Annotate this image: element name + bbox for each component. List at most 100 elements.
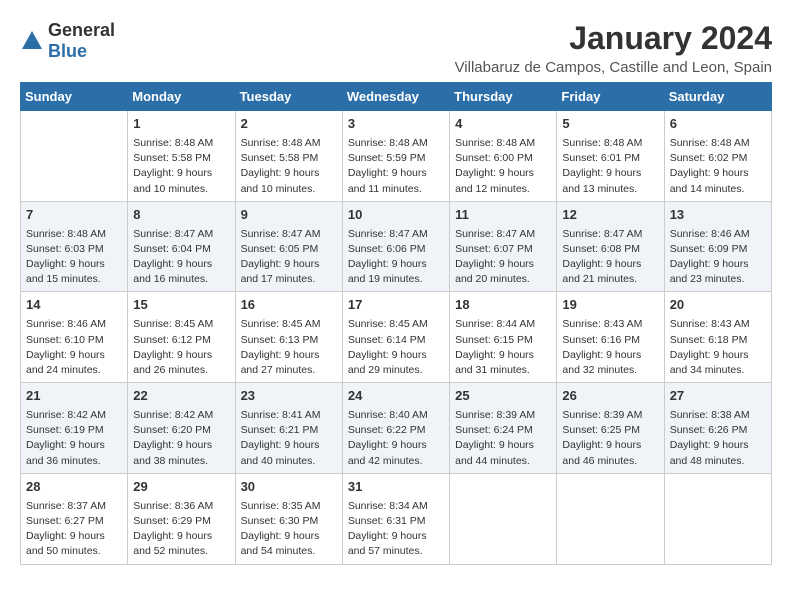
calendar-cell: 4 Sunrise: 8:48 AM Sunset: 6:00 PM Daylig… xyxy=(450,111,557,202)
cell-content: Sunrise: 8:46 AM Sunset: 6:10 PM Dayligh… xyxy=(26,317,122,378)
calendar-cell: 1Sunrise: 8:48 AM Sunset: 5:58 PM Daylig… xyxy=(128,111,235,202)
calendar-cell: 3 Sunrise: 8:48 AM Sunset: 5:59 PM Daylig… xyxy=(342,111,449,202)
day-number: 4 xyxy=(455,115,551,134)
calendar-cell: 21 Sunrise: 8:42 AM Sunset: 6:19 PM Dayli… xyxy=(21,383,128,474)
day-number: 2 xyxy=(241,115,337,134)
day-number: 14 xyxy=(26,296,122,315)
day-number: 15 xyxy=(133,296,229,315)
calendar-cell: 28Sunrise: 8:37 AM Sunset: 6:27 PM Dayli… xyxy=(21,473,128,564)
calendar-cell: 26 Sunrise: 8:39 AM Sunset: 6:25 PM Dayli… xyxy=(557,383,664,474)
day-number: 8 xyxy=(133,206,229,225)
day-number: 30 xyxy=(241,478,337,497)
cell-content: Sunrise: 8:43 AM Sunset: 6:16 PM Dayligh… xyxy=(562,317,658,378)
cell-content: Sunrise: 8:46 AM Sunset: 6:09 PM Dayligh… xyxy=(670,227,766,288)
day-number: 12 xyxy=(562,206,658,225)
day-number: 27 xyxy=(670,387,766,406)
cell-content: Sunrise: 8:45 AM Sunset: 6:12 PM Dayligh… xyxy=(133,317,229,378)
calendar-cell: 18 Sunrise: 8:44 AM Sunset: 6:15 PM Dayli… xyxy=(450,292,557,383)
day-number: 9 xyxy=(241,206,337,225)
logo-general: General xyxy=(48,20,115,40)
title-area: January 2024 Villabaruz de Campos, Casti… xyxy=(455,20,772,76)
header-area: General Blue January 2024 Villabaruz de … xyxy=(20,20,772,76)
calendar-cell: 11Sunrise: 8:47 AM Sunset: 6:07 PM Dayli… xyxy=(450,201,557,292)
calendar-cell: 5 Sunrise: 8:48 AM Sunset: 6:01 PM Daylig… xyxy=(557,111,664,202)
day-number: 31 xyxy=(348,478,444,497)
cell-content: Sunrise: 8:48 AM Sunset: 6:02 PM Dayligh… xyxy=(670,136,766,197)
cell-content: Sunrise: 8:41 AM Sunset: 6:21 PM Dayligh… xyxy=(241,408,337,469)
day-number: 13 xyxy=(670,206,766,225)
cell-content: Sunrise: 8:35 AM Sunset: 6:30 PM Dayligh… xyxy=(241,499,337,560)
calendar-cell: 6Sunrise: 8:48 AM Sunset: 6:02 PM Daylig… xyxy=(664,111,771,202)
calendar-cell: 25 Sunrise: 8:39 AM Sunset: 6:24 PM Dayli… xyxy=(450,383,557,474)
day-number: 25 xyxy=(455,387,551,406)
cell-content: Sunrise: 8:48 AM Sunset: 5:58 PM Dayligh… xyxy=(241,136,337,197)
cell-content: Sunrise: 8:47 AM Sunset: 6:04 PM Dayligh… xyxy=(133,227,229,288)
cell-content: Sunrise: 8:44 AM Sunset: 6:15 PM Dayligh… xyxy=(455,317,551,378)
calendar-cell: 29 Sunrise: 8:36 AM Sunset: 6:29 PM Dayli… xyxy=(128,473,235,564)
cell-content: Sunrise: 8:38 AM Sunset: 6:26 PM Dayligh… xyxy=(670,408,766,469)
calendar-body: 1Sunrise: 8:48 AM Sunset: 5:58 PM Daylig… xyxy=(21,111,772,565)
day-header-wednesday: Wednesday xyxy=(342,83,449,111)
cell-content: Sunrise: 8:45 AM Sunset: 6:13 PM Dayligh… xyxy=(241,317,337,378)
calendar-cell: 17Sunrise: 8:45 AM Sunset: 6:14 PM Dayli… xyxy=(342,292,449,383)
day-number: 26 xyxy=(562,387,658,406)
calendar-cell: 14 Sunrise: 8:46 AM Sunset: 6:10 PM Dayli… xyxy=(21,292,128,383)
cell-content: Sunrise: 8:48 AM Sunset: 6:03 PM Dayligh… xyxy=(26,227,122,288)
calendar-cell: 24 Sunrise: 8:40 AM Sunset: 6:22 PM Dayli… xyxy=(342,383,449,474)
calendar-cell: 7 Sunrise: 8:48 AM Sunset: 6:03 PM Daylig… xyxy=(21,201,128,292)
day-number: 24 xyxy=(348,387,444,406)
cell-content: Sunrise: 8:42 AM Sunset: 6:19 PM Dayligh… xyxy=(26,408,122,469)
day-header-thursday: Thursday xyxy=(450,83,557,111)
day-number: 5 xyxy=(562,115,658,134)
calendar-cell: 22 Sunrise: 8:42 AM Sunset: 6:20 PM Dayli… xyxy=(128,383,235,474)
calendar-week-row: 7 Sunrise: 8:48 AM Sunset: 6:03 PM Daylig… xyxy=(21,201,772,292)
calendar-cell: 20 Sunrise: 8:43 AM Sunset: 6:18 PM Dayli… xyxy=(664,292,771,383)
cell-content: Sunrise: 8:48 AM Sunset: 5:59 PM Dayligh… xyxy=(348,136,444,197)
day-number: 7 xyxy=(26,206,122,225)
day-header-monday: Monday xyxy=(128,83,235,111)
day-number: 28 xyxy=(26,478,122,497)
logo-blue: Blue xyxy=(48,41,87,61)
cell-content: Sunrise: 8:40 AM Sunset: 6:22 PM Dayligh… xyxy=(348,408,444,469)
main-title: January 2024 xyxy=(455,20,772,57)
day-header-sunday: Sunday xyxy=(21,83,128,111)
cell-content: Sunrise: 8:42 AM Sunset: 6:20 PM Dayligh… xyxy=(133,408,229,469)
cell-content: Sunrise: 8:48 AM Sunset: 6:00 PM Dayligh… xyxy=(455,136,551,197)
calendar-cell: 8 Sunrise: 8:47 AM Sunset: 6:04 PM Daylig… xyxy=(128,201,235,292)
calendar-cell: 13 Sunrise: 8:46 AM Sunset: 6:09 PM Dayli… xyxy=(664,201,771,292)
calendar-cell xyxy=(21,111,128,202)
calendar-table: SundayMondayTuesdayWednesdayThursdayFrid… xyxy=(20,82,772,565)
calendar-cell: 15 Sunrise: 8:45 AM Sunset: 6:12 PM Dayli… xyxy=(128,292,235,383)
day-number: 22 xyxy=(133,387,229,406)
day-header-saturday: Saturday xyxy=(664,83,771,111)
calendar-week-row: 21 Sunrise: 8:42 AM Sunset: 6:19 PM Dayli… xyxy=(21,383,772,474)
cell-content: Sunrise: 8:36 AM Sunset: 6:29 PM Dayligh… xyxy=(133,499,229,560)
day-header-tuesday: Tuesday xyxy=(235,83,342,111)
day-number: 20 xyxy=(670,296,766,315)
calendar-cell: 23 Sunrise: 8:41 AM Sunset: 6:21 PM Dayli… xyxy=(235,383,342,474)
calendar-cell xyxy=(664,473,771,564)
day-number: 19 xyxy=(562,296,658,315)
cell-content: Sunrise: 8:39 AM Sunset: 6:25 PM Dayligh… xyxy=(562,408,658,469)
day-number: 23 xyxy=(241,387,337,406)
calendar-cell: 9Sunrise: 8:47 AM Sunset: 6:05 PM Daylig… xyxy=(235,201,342,292)
calendar-cell: 2 Sunrise: 8:48 AM Sunset: 5:58 PM Daylig… xyxy=(235,111,342,202)
day-number: 10 xyxy=(348,206,444,225)
day-number: 16 xyxy=(241,296,337,315)
calendar-cell: 12Sunrise: 8:47 AM Sunset: 6:08 PM Dayli… xyxy=(557,201,664,292)
logo-icon xyxy=(20,29,44,53)
cell-content: Sunrise: 8:48 AM Sunset: 6:01 PM Dayligh… xyxy=(562,136,658,197)
logo: General Blue xyxy=(20,20,115,62)
day-number: 21 xyxy=(26,387,122,406)
calendar-cell: 16 Sunrise: 8:45 AM Sunset: 6:13 PM Dayli… xyxy=(235,292,342,383)
cell-content: Sunrise: 8:47 AM Sunset: 6:06 PM Dayligh… xyxy=(348,227,444,288)
calendar-cell: 19 Sunrise: 8:43 AM Sunset: 6:16 PM Dayli… xyxy=(557,292,664,383)
cell-content: Sunrise: 8:39 AM Sunset: 6:24 PM Dayligh… xyxy=(455,408,551,469)
cell-content: Sunrise: 8:45 AM Sunset: 6:14 PM Dayligh… xyxy=(348,317,444,378)
calendar-cell: 27 Sunrise: 8:38 AM Sunset: 6:26 PM Dayli… xyxy=(664,383,771,474)
calendar-week-row: 14 Sunrise: 8:46 AM Sunset: 6:10 PM Dayli… xyxy=(21,292,772,383)
day-number: 29 xyxy=(133,478,229,497)
day-number: 3 xyxy=(348,115,444,134)
cell-content: Sunrise: 8:43 AM Sunset: 6:18 PM Dayligh… xyxy=(670,317,766,378)
day-number: 18 xyxy=(455,296,551,315)
